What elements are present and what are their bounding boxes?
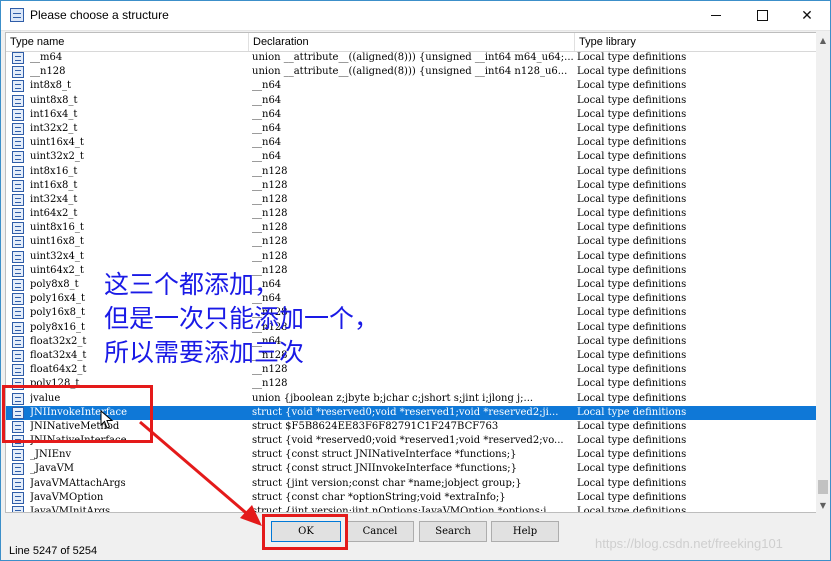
- mouse-cursor-icon: [100, 410, 114, 429]
- annotation-arrow: [139, 420, 262, 526]
